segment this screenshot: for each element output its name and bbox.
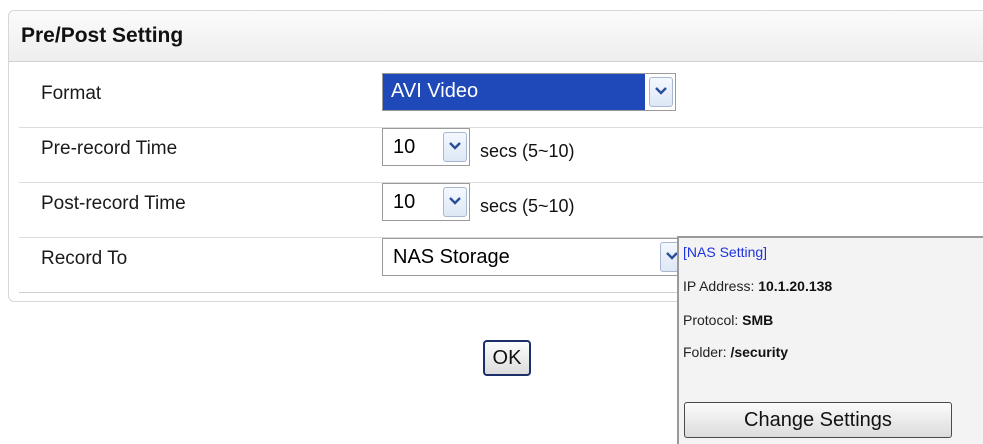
chevron-down-icon[interactable]: [443, 132, 467, 162]
chevron-down-icon[interactable]: [443, 187, 467, 217]
pre-record-time-select[interactable]: 10: [382, 128, 470, 166]
panel-header: Pre/Post Setting: [9, 11, 983, 62]
pre-record-time-value: 10: [393, 136, 416, 158]
format-row: Format AVI Video: [19, 73, 983, 128]
pre-record-time-hint: secs (5~10): [480, 141, 575, 161]
format-select-value: AVI Video: [383, 74, 645, 110]
nas-protocol-value: SMB: [742, 312, 774, 328]
nas-setting-title: [NAS Setting]: [683, 244, 768, 260]
format-label: Format: [41, 83, 102, 104]
pre-record-time-label: Pre-record Time: [41, 138, 178, 159]
record-to-select[interactable]: NAS Storage: [382, 238, 687, 276]
nas-protocol: Protocol: SMB: [683, 312, 773, 328]
nas-ip-value: 10.1.20.138: [758, 278, 833, 294]
format-select[interactable]: AVI Video: [382, 73, 676, 111]
ok-button[interactable]: OK: [483, 340, 531, 376]
post-record-time-value: 10: [393, 191, 416, 213]
nas-folder-value: /security: [730, 344, 789, 360]
pre-record-time-row: Pre-record Time 10 secs (5~10): [19, 128, 983, 183]
nas-setting-box: [NAS Setting] IP Address: 10.1.20.138 Pr…: [677, 236, 983, 444]
post-record-time-select[interactable]: 10: [382, 183, 470, 221]
post-record-time-label: Post-record Time: [41, 193, 186, 214]
pre-post-setting-page: Pre/Post Setting Format AVI Video Pre-re…: [0, 0, 983, 444]
panel-title: Pre/Post Setting: [21, 24, 184, 47]
nas-ip-label: IP Address:: [683, 278, 755, 294]
nas-protocol-label: Protocol:: [683, 312, 739, 328]
record-to-label: Record To: [41, 248, 128, 269]
chevron-down-icon[interactable]: [649, 77, 673, 107]
nas-folder: Folder: /security: [683, 344, 788, 360]
nas-ip-address: IP Address: 10.1.20.138: [683, 278, 832, 294]
nas-folder-label: Folder:: [683, 344, 727, 360]
post-record-time-hint: secs (5~10): [480, 196, 575, 216]
change-settings-button[interactable]: Change Settings: [684, 402, 952, 438]
post-record-time-row: Post-record Time 10 secs (5~10): [19, 183, 983, 238]
record-to-value: NAS Storage: [393, 246, 510, 268]
